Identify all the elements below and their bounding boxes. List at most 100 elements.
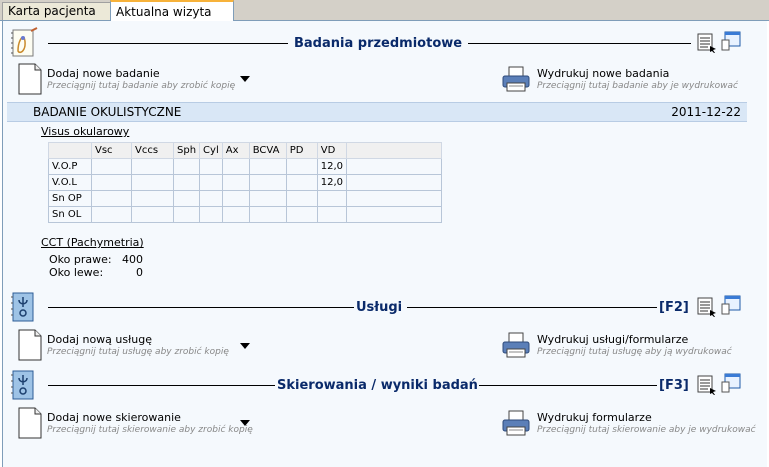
column-header: PD (285, 142, 318, 159)
list-details-icon[interactable] (697, 297, 717, 317)
add-badanie-hint: Przeciągnij tutaj badanie aby zrobić kop… (47, 81, 236, 91)
printer-icon (502, 410, 530, 436)
print-skierowania-hint: Przeciągnij tutaj skierowanie aby je wyd… (537, 425, 756, 435)
section-header-badania: Badania przedmiotowe (3, 25, 765, 61)
cell (285, 174, 318, 191)
row-label: V.O.L (48, 174, 92, 191)
row-label: V.O.P (48, 158, 92, 175)
print-uslugi-button[interactable]: Wydrukuj usługi/formularze Przeciągnij t… (501, 329, 763, 365)
print-badania-button[interactable]: Wydrukuj nowe badania Przeciągnij tutaj … (501, 63, 763, 99)
table-row: V.O.L 12,0 (48, 174, 442, 191)
table-row: Sn OL (48, 206, 442, 223)
column-header (346, 142, 442, 159)
print-skierowania-label: Wydrukuj formularze (537, 411, 652, 424)
cell (199, 158, 223, 175)
cell: 12,0 (316, 174, 348, 191)
list-details-icon[interactable] (697, 33, 717, 53)
cell (221, 190, 250, 207)
table-header-row: Vsc Vccs Sph Cyl Ax BCVA PD VD (48, 142, 442, 159)
tab-bar: Karta pacjenta Aktualna wizyta (0, 0, 769, 23)
add-usluga-dropdown-icon[interactable] (240, 343, 250, 349)
printer-icon (502, 332, 530, 358)
column-header: Vsc (91, 142, 132, 159)
cell (248, 206, 287, 223)
cell (131, 190, 174, 207)
column-header: VD (316, 142, 348, 159)
add-skierowanie-label: Dodaj nowe skierowanie (47, 411, 181, 424)
table-row: V.O.P 12,0 (48, 158, 442, 175)
cell (91, 174, 132, 191)
cell (172, 190, 201, 207)
row-label: Sn OL (48, 206, 92, 223)
cell (221, 206, 250, 223)
add-badanie-label: Dodaj nowe badanie (47, 67, 160, 80)
cell (199, 174, 223, 191)
section-title-uslugi: Usługi (356, 300, 403, 315)
cct-title: CCT (Pachymetria) (41, 236, 144, 249)
cell (316, 190, 348, 207)
exam-name: BADANIE OKULISTYCZNE (33, 105, 182, 119)
cell (131, 158, 174, 175)
skierowania-shortcut: [F3] (659, 378, 689, 393)
cell (91, 190, 132, 207)
cell (285, 206, 318, 223)
cct-right-label: Oko prawe: (49, 253, 112, 266)
cell (199, 190, 223, 207)
cell (285, 190, 318, 207)
cct-right-value: 400 (122, 253, 143, 266)
column-header: BCVA (248, 142, 287, 159)
cell (221, 158, 250, 175)
print-badania-hint: Przeciągnij tutaj badanie aby je wydruko… (537, 81, 738, 91)
add-skierowanie-dropdown-icon[interactable] (240, 420, 250, 426)
window-view-icon[interactable] (721, 295, 741, 315)
visus-title: Visus okularowy (41, 125, 130, 138)
add-skierowanie-hint: Przeciągnij tutaj skierowanie aby zrobić… (47, 425, 253, 435)
row-label: Sn OP (48, 190, 92, 207)
tab-karta-pacjenta[interactable]: Karta pacjenta (2, 2, 114, 20)
list-details-icon[interactable] (697, 375, 717, 395)
add-usluga-label: Dodaj nową usługę (47, 333, 152, 346)
cell (221, 174, 250, 191)
printer-icon (502, 66, 530, 92)
cell (199, 206, 223, 223)
cct-left-label: Oko lewe: (49, 266, 104, 279)
medical-services-icon (11, 292, 34, 322)
visus-table: Vsc Vccs Sph Cyl Ax BCVA PD VD V.O.P 12,… (48, 142, 442, 223)
cell (91, 206, 132, 223)
cell (172, 158, 201, 175)
cell: 12,0 (316, 158, 348, 175)
visit-panel: Badania przedmiotowe Dodaj nowe badanie … (2, 21, 767, 467)
cell (346, 158, 442, 175)
cell (346, 206, 442, 223)
window-view-icon[interactable] (721, 31, 741, 51)
print-skierowania-button[interactable]: Wydrukuj formularze Przeciągnij tutaj sk… (501, 407, 763, 443)
tab-aktualna-wizyta[interactable]: Aktualna wizyta (110, 0, 234, 23)
uslugi-shortcut: [F2] (659, 300, 689, 315)
cell (91, 158, 132, 175)
section-header-skierowania: Skierowania / wyniki badań [F3] (3, 367, 765, 403)
add-badanie-dropdown-icon[interactable] (240, 76, 250, 82)
cell (285, 158, 318, 175)
column-header: Sph (172, 142, 201, 159)
new-document-icon (18, 63, 42, 95)
cell (248, 174, 287, 191)
exam-header[interactable]: BADANIE OKULISTYCZNE 2011-12-22 (7, 102, 747, 122)
window-view-icon[interactable] (721, 373, 741, 393)
cell (172, 206, 201, 223)
print-uslugi-label: Wydrukuj usługi/formularze (537, 333, 689, 346)
print-badania-label: Wydrukuj nowe badania (537, 67, 670, 80)
add-badanie-button[interactable]: Dodaj nowe badanie Przeciągnij tutaj bad… (17, 63, 277, 99)
cell (346, 174, 442, 191)
cell (131, 206, 174, 223)
cell (248, 190, 287, 207)
section-title-skierowania: Skierowania / wyniki badań (277, 378, 478, 393)
cell (172, 174, 201, 191)
exam-date: 2011-12-22 (671, 105, 741, 119)
add-skierowanie-button[interactable]: Dodaj nowe skierowanie Przeciągnij tutaj… (17, 407, 277, 443)
cell (316, 206, 348, 223)
cell (248, 158, 287, 175)
column-header: Ax (221, 142, 250, 159)
add-usluga-button[interactable]: Dodaj nową usługę Przeciągnij tutaj usłu… (17, 329, 277, 365)
column-header: Vccs (131, 142, 174, 159)
new-document-icon (18, 407, 42, 439)
